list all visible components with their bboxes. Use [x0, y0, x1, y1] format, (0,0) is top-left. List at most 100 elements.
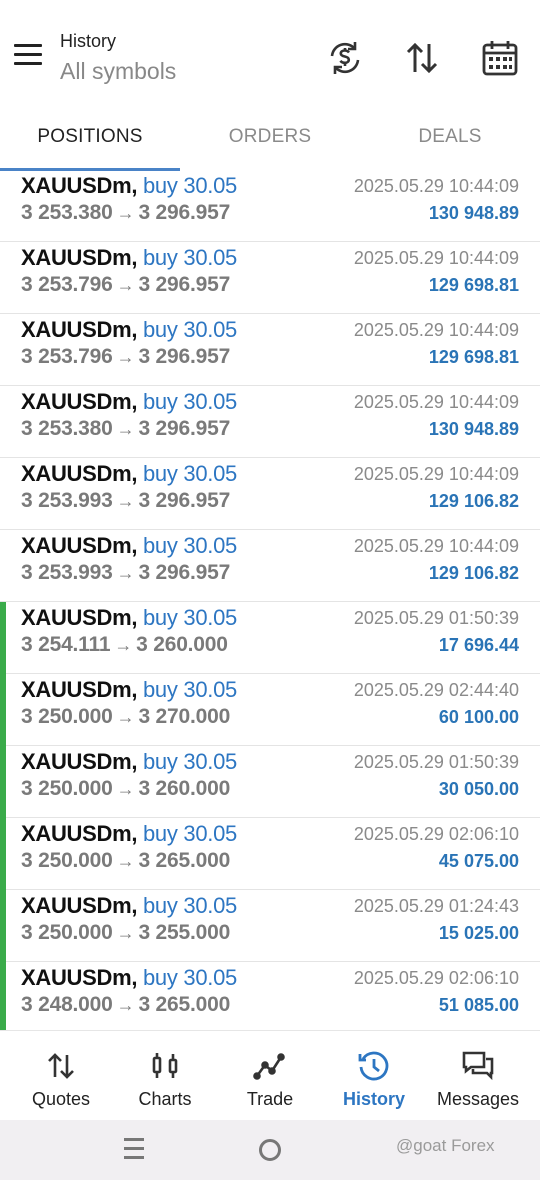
- nav-charts[interactable]: Charts: [111, 1031, 219, 1121]
- arrow-right-icon: →: [116, 275, 135, 295]
- position-profit: 130 948.89: [428, 203, 519, 223]
- position-row[interactable]: XAUUSDm, buy 30.05 3 250.000 → 3 270.000 202…: [0, 674, 540, 746]
- nav-label: Charts: [138, 1089, 192, 1109]
- close-price: 3 255.000: [138, 921, 231, 944]
- nav-quotes[interactable]: Quotes: [7, 1031, 115, 1121]
- arrow-right-icon: →: [116, 995, 135, 1015]
- position-profit: 15 025.00: [438, 923, 519, 943]
- currency-exchange-icon[interactable]: [325, 38, 365, 78]
- open-price: 3 250.000: [21, 921, 113, 944]
- position-time: 2025.05.29 10:44:09: [353, 392, 519, 412]
- position-symbol-line: XAUUSDm, buy 30.05: [21, 893, 237, 918]
- open-price: 3 250.000: [21, 849, 113, 872]
- tab-positions[interactable]: POSITIONS: [0, 126, 180, 148]
- symbol: XAUUSDm: [21, 605, 132, 630]
- position-symbol-line: XAUUSDm, buy 30.05: [21, 245, 237, 270]
- position-symbol-line: XAUUSDm, buy 30.05: [21, 389, 237, 414]
- position-row[interactable]: XAUUSDm, buy 30.05 3 253.796 → 3 296.957 202…: [0, 242, 540, 314]
- position-prices: 3 253.993 → 3 296.957: [21, 561, 230, 585]
- position-profit: 60 100.00: [438, 707, 519, 727]
- close-price: 3 260.000: [138, 777, 231, 800]
- position-row[interactable]: XAUUSDm, buy 30.05 3 250.000 → 3 265.000 202…: [0, 818, 540, 890]
- tab-deals[interactable]: DEALS: [360, 126, 540, 148]
- nav-label: Messages: [436, 1089, 520, 1109]
- position-row[interactable]: XAUUSDm, buy 30.05 3 253.796 → 3 296.957 202…: [0, 314, 540, 386]
- position-row[interactable]: XAUUSDm, buy 30.05 3 250.000 → 3 260.000 202…: [0, 746, 540, 818]
- position-time: 2025.05.29 10:44:09: [353, 176, 519, 196]
- recents-icon-line: [124, 1147, 144, 1150]
- position-profit: 129 106.82: [428, 491, 519, 511]
- close-price: 3 265.000: [138, 849, 231, 872]
- recent-apps-button[interactable]: [124, 1138, 146, 1162]
- close-price: 3 296.957: [138, 345, 231, 368]
- arrow-right-icon: →: [116, 707, 135, 727]
- quotes-icon: [48, 1053, 74, 1079]
- symbol: XAUUSDm: [21, 677, 132, 702]
- symbol: XAUUSDm: [21, 173, 132, 198]
- nav-label: Quotes: [31, 1089, 91, 1109]
- open-price: 3 254.111: [21, 633, 111, 656]
- position-prices: 3 250.000 → 3 255.000: [21, 921, 230, 945]
- arrow-right-icon: →: [116, 203, 135, 223]
- close-price: 3 296.957: [138, 201, 231, 224]
- home-button[interactable]: [259, 1139, 281, 1161]
- position-prices: 3 248.000 → 3 265.000: [21, 993, 230, 1017]
- arrow-right-icon: →: [116, 779, 135, 799]
- position-symbol-line: XAUUSDm, buy 30.05: [21, 677, 237, 702]
- position-symbol-line: XAUUSDm, buy 30.05: [21, 605, 237, 630]
- symbol-filter[interactable]: All symbols: [60, 58, 176, 85]
- trade-side-volume: buy 30.05: [143, 389, 237, 414]
- symbol: XAUUSDm: [21, 245, 132, 270]
- position-prices: 3 253.380 → 3 296.957: [21, 417, 230, 441]
- hamburger-icon-line: [14, 44, 42, 47]
- position-profit: 129 106.82: [428, 563, 519, 583]
- trade-side-volume: buy 30.05: [143, 749, 237, 774]
- tab-orders[interactable]: ORDERS: [180, 126, 360, 148]
- trade-side-volume: buy 30.05: [143, 461, 237, 486]
- position-symbol-line: XAUUSDm, buy 30.05: [21, 749, 237, 774]
- open-price: 3 253.993: [21, 489, 113, 512]
- trade-side-volume: buy 30.05: [143, 605, 237, 630]
- arrow-right-icon: →: [116, 923, 135, 943]
- position-row[interactable]: XAUUSDm, buy 30.05 3 253.380 → 3 296.957 202…: [0, 170, 540, 242]
- trade-icon: [253, 1053, 285, 1080]
- history-tabs: POSITIONS ORDERS DEALS: [0, 112, 540, 171]
- position-row[interactable]: XAUUSDm, buy 30.05 3 253.380 → 3 296.957 202…: [0, 386, 540, 458]
- system-navigation-bar: @goat Forex: [0, 1120, 540, 1180]
- position-row[interactable]: XAUUSDm, buy 30.05 3 248.000 → 3 265.000 202…: [0, 962, 540, 1034]
- position-row[interactable]: XAUUSDm, buy 30.05 3 253.993 → 3 296.957 202…: [0, 458, 540, 530]
- position-profit: 130 948.89: [428, 419, 519, 439]
- position-symbol-line: XAUUSDm, buy 30.05: [21, 173, 237, 198]
- open-price: 3 248.000: [21, 993, 113, 1016]
- bottom-navigation: Quotes Charts Trade History Messages: [0, 1030, 540, 1120]
- screen-title: History: [60, 31, 117, 51]
- open-price: 3 253.796: [21, 273, 113, 296]
- sort-icon[interactable]: [402, 38, 442, 78]
- position-time: 2025.05.29 01:50:39: [353, 752, 519, 772]
- position-time: 2025.05.29 01:50:39: [353, 608, 519, 628]
- nav-history[interactable]: History: [320, 1031, 428, 1121]
- symbol: XAUUSDm: [21, 461, 132, 486]
- nav-label: Trade: [246, 1089, 294, 1109]
- close-price: 3 260.000: [136, 633, 228, 656]
- arrow-right-icon: →: [116, 419, 135, 439]
- position-time: 2025.05.29 02:06:10: [353, 824, 519, 844]
- trade-side-volume: buy 30.05: [143, 173, 237, 198]
- position-symbol-line: XAUUSDm, buy 30.05: [21, 317, 237, 342]
- close-price: 3 296.957: [138, 417, 231, 440]
- position-symbol-line: XAUUSDm, buy 30.05: [21, 461, 237, 486]
- position-row[interactable]: XAUUSDm, buy 30.05 3 253.993 → 3 296.957 202…: [0, 530, 540, 602]
- position-row[interactable]: XAUUSDm, buy 30.05 3 254.111 → 3 260.000 202…: [0, 602, 540, 674]
- symbol: XAUUSDm: [21, 749, 132, 774]
- nav-messages[interactable]: Messages: [424, 1031, 532, 1121]
- position-prices: 3 250.000 → 3 270.000: [21, 705, 230, 729]
- recents-icon-line: [124, 1156, 144, 1159]
- calendar-icon[interactable]: [480, 38, 520, 78]
- position-symbol-line: XAUUSDm, buy 30.05: [21, 533, 237, 558]
- position-profit: 129 698.81: [428, 347, 519, 367]
- nav-trade[interactable]: Trade: [216, 1031, 324, 1121]
- menu-button[interactable]: [14, 44, 46, 70]
- position-row[interactable]: XAUUSDm, buy 30.05 3 250.000 → 3 255.000 202…: [0, 890, 540, 962]
- close-price: 3 296.957: [138, 489, 231, 512]
- close-price: 3 265.000: [138, 993, 231, 1016]
